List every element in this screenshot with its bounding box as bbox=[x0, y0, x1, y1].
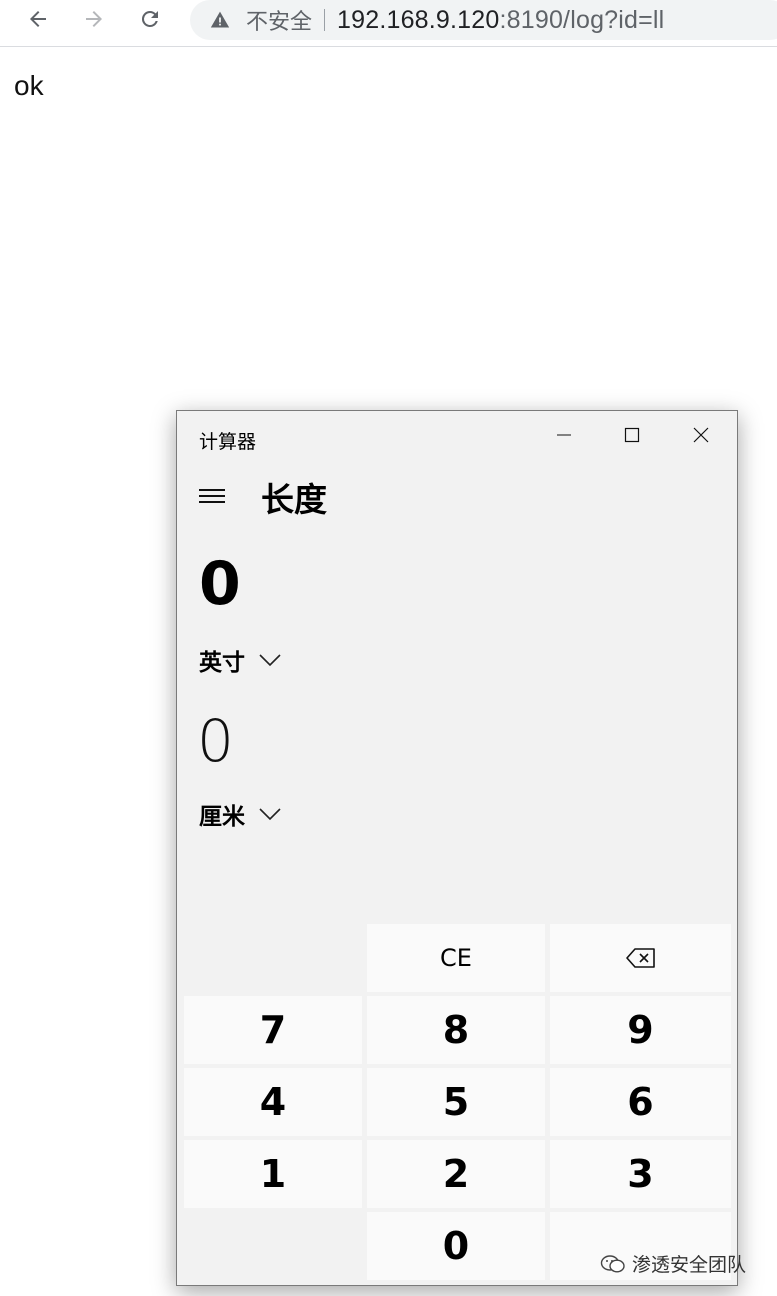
url-host: 192.168.9.120 bbox=[337, 5, 500, 34]
backspace-button[interactable] bbox=[550, 924, 731, 992]
maximize-button[interactable] bbox=[598, 411, 666, 459]
keypad-blank bbox=[184, 924, 362, 992]
arrow-left-icon bbox=[30, 11, 46, 27]
digit-4-button[interactable]: 4 bbox=[184, 1068, 362, 1136]
url-text: 192.168.9.120:8190/log?id=ll bbox=[337, 6, 664, 35]
close-icon bbox=[693, 427, 709, 443]
insecure-label: 不安全 bbox=[246, 10, 313, 35]
reload-button[interactable] bbox=[133, 4, 167, 34]
divider bbox=[324, 9, 326, 31]
digit-7-button[interactable]: 7 bbox=[184, 996, 362, 1064]
hamburger-icon bbox=[199, 489, 225, 491]
wechat-icon bbox=[600, 1254, 625, 1273]
output-unit-dropdown[interactable]: 厘米 bbox=[199, 797, 281, 831]
back-button[interactable] bbox=[21, 4, 55, 34]
clear-entry-button[interactable]: CE bbox=[367, 924, 545, 992]
url-path: :8190/log?id=ll bbox=[499, 5, 665, 34]
output-unit-label: 厘米 bbox=[199, 804, 245, 830]
backspace-icon bbox=[625, 948, 655, 968]
reload-icon bbox=[141, 10, 158, 27]
maximize-icon bbox=[624, 427, 640, 443]
warning-icon bbox=[210, 11, 230, 28]
watermark-text: 渗透安全团队 bbox=[632, 1254, 747, 1276]
input-unit-dropdown[interactable]: 英寸 bbox=[199, 643, 281, 677]
digit-5-button[interactable]: 5 bbox=[367, 1068, 545, 1136]
chevron-down-icon bbox=[259, 808, 281, 821]
browser-toolbar: 不安全 192.168.9.120:8190/log?id=ll bbox=[0, 0, 777, 47]
input-unit-label: 英寸 bbox=[199, 650, 245, 676]
arrow-right-icon bbox=[86, 11, 102, 27]
keypad-blank bbox=[184, 1212, 362, 1280]
digit-6-button[interactable]: 6 bbox=[550, 1068, 731, 1136]
mode-title: 长度 bbox=[261, 480, 327, 519]
digit-0-button[interactable]: 0 bbox=[367, 1212, 545, 1280]
digit-3-button[interactable]: 3 bbox=[550, 1140, 731, 1208]
menu-button[interactable] bbox=[197, 483, 229, 509]
minimize-button[interactable] bbox=[530, 411, 598, 459]
close-button[interactable] bbox=[667, 411, 735, 459]
digit-9-button[interactable]: 9 bbox=[550, 996, 731, 1064]
calculator-window: 计算器 长度 0 英寸 0 厘米 CE 7 8 9 4 5 6 1 2 3 0 bbox=[176, 410, 738, 1286]
minimize-icon bbox=[557, 434, 571, 436]
forward-button[interactable] bbox=[77, 4, 111, 34]
digit-1-button[interactable]: 1 bbox=[184, 1140, 362, 1208]
page-body-text: ok bbox=[14, 70, 44, 101]
chevron-down-icon bbox=[259, 654, 281, 667]
watermark: 渗透安全团队 bbox=[600, 1250, 746, 1277]
output-value[interactable]: 0 bbox=[197, 707, 234, 775]
address-bar[interactable]: 不安全 192.168.9.120:8190/log?id=ll bbox=[190, 0, 777, 40]
window-title: 计算器 bbox=[199, 431, 257, 453]
input-value[interactable]: 0 bbox=[199, 549, 241, 619]
digit-2-button[interactable]: 2 bbox=[367, 1140, 545, 1208]
digit-8-button[interactable]: 8 bbox=[367, 996, 545, 1064]
